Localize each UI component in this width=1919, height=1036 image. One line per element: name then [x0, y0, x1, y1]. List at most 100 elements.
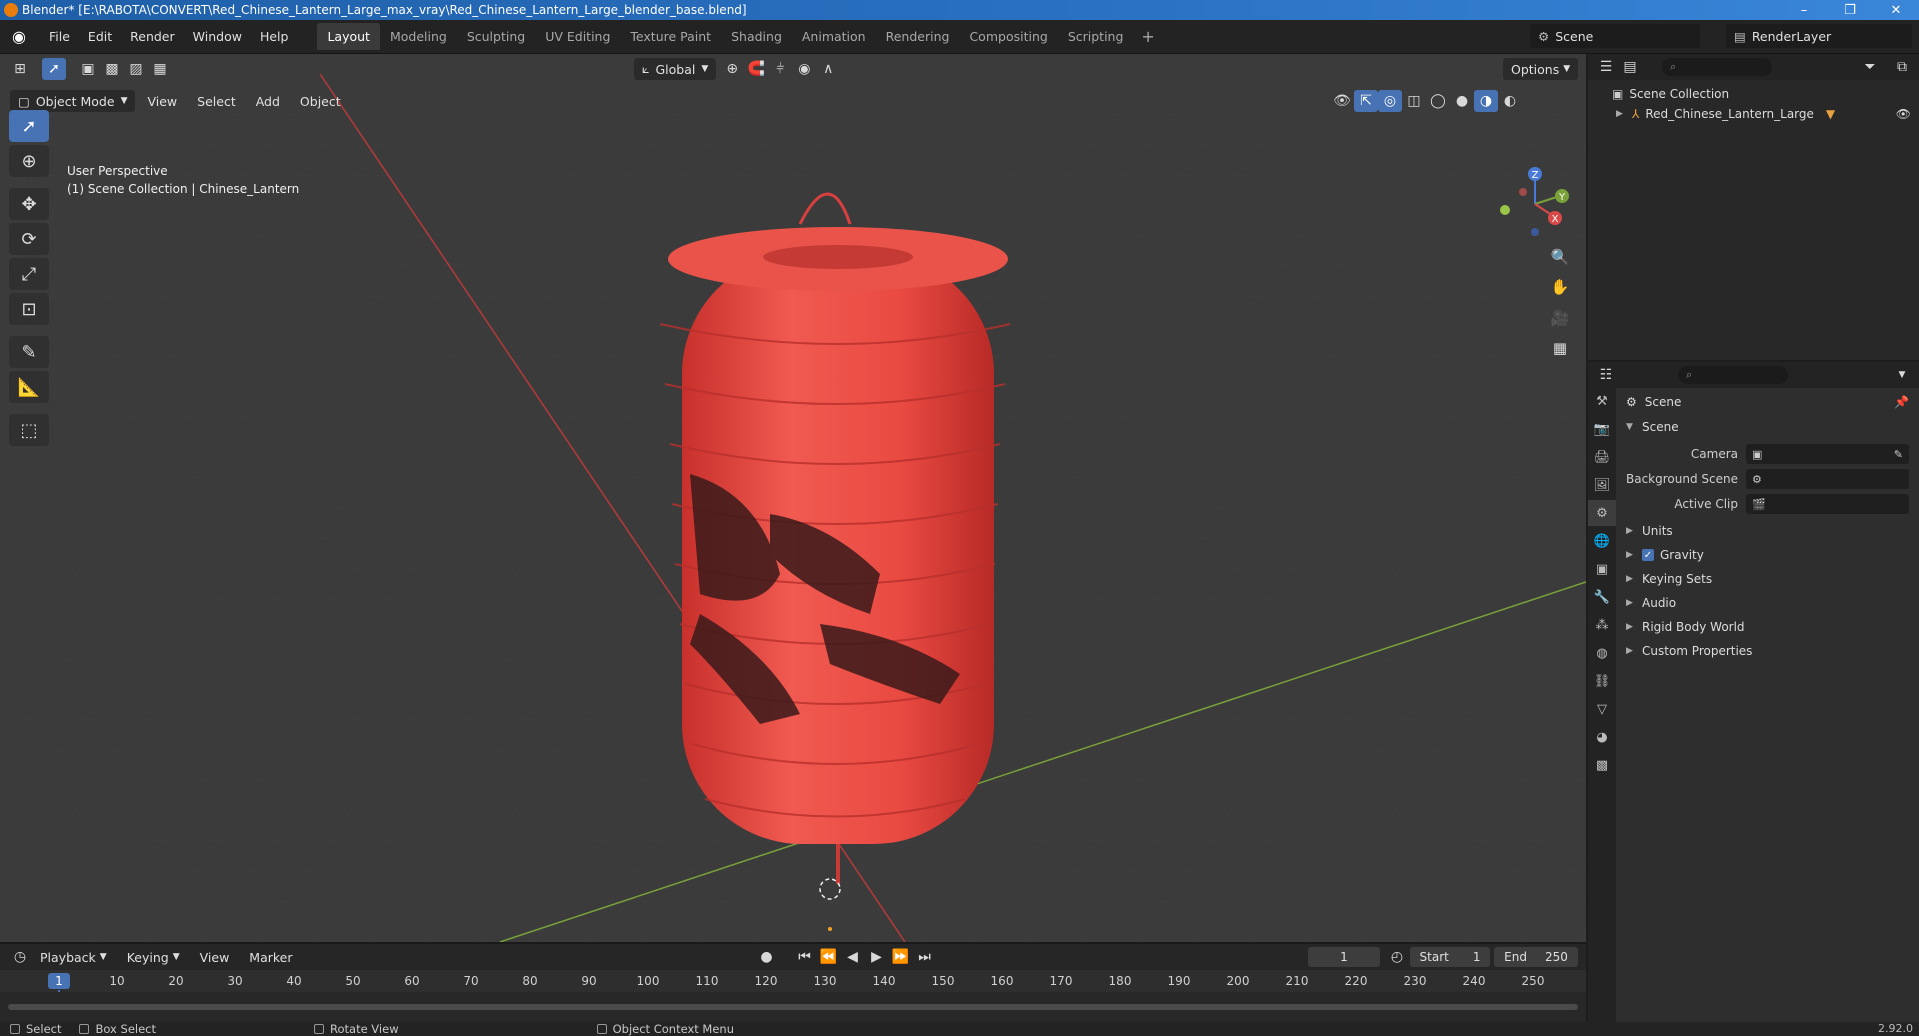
playhead-frame[interactable]: 1 — [48, 973, 70, 989]
maximize-button[interactable]: ❐ — [1827, 0, 1873, 20]
tool-tab-icon[interactable]: ⚒ — [1588, 388, 1616, 414]
select-extend-icon[interactable]: ▩ — [100, 58, 124, 80]
filter-icon[interactable]: ⏷ — [1858, 56, 1882, 78]
play-reverse-icon[interactable]: ◀ — [841, 946, 865, 968]
properties-search-input[interactable]: ⌕ — [1678, 366, 1788, 384]
editor-type-icon[interactable]: ⊞ — [8, 58, 32, 80]
jump-start-icon[interactable]: ⏮ — [793, 946, 817, 968]
select-subtract-icon[interactable]: ▨ — [124, 58, 148, 80]
object-mode-dropdown[interactable]: ▢ Object Mode ▼ — [10, 90, 136, 112]
tree-row-scene-collection[interactable]: ▣ Scene Collection — [1588, 84, 1919, 104]
current-frame-field[interactable]: 1 — [1308, 947, 1380, 967]
timeline-menu-view[interactable]: View — [192, 946, 238, 968]
tab-scripting[interactable]: Scripting — [1058, 23, 1134, 50]
navigation-gizmo[interactable]: Z Y X — [1485, 164, 1575, 244]
output-tab-icon[interactable]: 🖨 — [1588, 444, 1616, 470]
preview-range-icon[interactable]: ◴ — [1385, 946, 1409, 968]
timeline-ruler[interactable]: 1 10 20 30 40 50 60 70 80 90 100 110 120 130 140 150 16… — [0, 970, 1586, 1018]
menu-help[interactable]: Help — [251, 25, 298, 48]
render-tab-icon[interactable]: 📷 — [1588, 416, 1616, 442]
timeline-menu-keying[interactable]: Keying ▼ — [119, 946, 188, 968]
viewport-menu-object[interactable]: Object — [292, 90, 349, 112]
options-dropdown[interactable]: Options ▼ — [1503, 58, 1579, 80]
physics-tab-icon[interactable]: ◍ — [1588, 640, 1616, 666]
solid-shading-icon[interactable]: ● — [1450, 90, 1474, 112]
add-workspace-button[interactable]: + — [1133, 23, 1162, 50]
data-tab-icon[interactable]: ▽ — [1588, 696, 1616, 722]
expand-arrow-icon[interactable]: ▶ — [1616, 109, 1624, 119]
eyedropper-icon[interactable]: ✎ — [1894, 448, 1903, 461]
outliner-search-input[interactable]: ⌕ — [1662, 58, 1772, 76]
ortho-toggle-icon[interactable]: ▦ — [1547, 335, 1573, 361]
annotate-tool-icon[interactable]: ✎ — [9, 336, 49, 368]
visibility-eye-icon[interactable]: 👁 — [1896, 107, 1911, 121]
camera-field[interactable]: ▣ ✎ — [1746, 444, 1909, 464]
rotate-tool-icon[interactable]: ⟳ — [9, 223, 49, 255]
timeline-body[interactable] — [0, 992, 1586, 1024]
menu-file[interactable]: File — [40, 25, 79, 48]
pivot-point-icon[interactable]: ⊕ — [720, 58, 744, 80]
timeline-menu-playback[interactable]: Playback ▼ — [32, 946, 115, 968]
tab-layout[interactable]: Layout — [317, 23, 380, 50]
transform-orientation-dropdown[interactable]: ⟀ Global ▼ — [634, 58, 717, 80]
jump-keyframe-back-icon[interactable]: ⏪ — [817, 946, 841, 968]
viewport-menu-select[interactable]: Select — [189, 90, 244, 112]
menu-window[interactable]: Window — [184, 25, 251, 48]
select-mode-icon[interactable]: ➚ — [42, 58, 66, 80]
pin-icon[interactable]: 📌 — [1894, 395, 1909, 409]
zoom-icon[interactable]: 🔍 — [1547, 244, 1573, 270]
background-scene-field[interactable]: ⚙ — [1746, 469, 1909, 489]
jump-keyframe-forward-icon[interactable]: ⏩ — [889, 946, 913, 968]
section-keying-sets[interactable]: ▶ Keying Sets — [1616, 568, 1919, 590]
section-gravity[interactable]: ▶ ✓ Gravity — [1616, 544, 1919, 566]
viewport-menu-add[interactable]: Add — [248, 90, 288, 112]
active-clip-field[interactable]: 🎬 — [1746, 494, 1909, 514]
tab-rendering[interactable]: Rendering — [876, 23, 960, 50]
jump-end-icon[interactable]: ⏭ — [913, 946, 937, 968]
section-rigid-body-world[interactable]: ▶ Rigid Body World — [1616, 616, 1919, 638]
scene-selector[interactable]: ⚙ Scene — [1530, 24, 1700, 48]
tab-uv-editing[interactable]: UV Editing — [535, 23, 620, 50]
rendered-shading-icon[interactable]: ◐ — [1498, 90, 1522, 112]
tab-sculpting[interactable]: Sculpting — [457, 23, 535, 50]
material-shading-icon[interactable]: ◑ — [1474, 90, 1498, 112]
texture-tab-icon[interactable]: ▩ — [1588, 752, 1616, 778]
tab-animation[interactable]: Animation — [792, 23, 876, 50]
start-frame-field[interactable]: Start 1 — [1410, 947, 1490, 967]
particles-tab-icon[interactable]: ⁂ — [1588, 612, 1616, 638]
proportional-edit-icon[interactable]: ◉ — [792, 58, 816, 80]
blender-logo-icon[interactable]: ◉ — [8, 26, 30, 48]
play-icon[interactable]: ▶ — [865, 946, 889, 968]
timeline-scrollbar[interactable] — [8, 1004, 1578, 1010]
gravity-checkbox[interactable]: ✓ — [1642, 549, 1654, 561]
menu-edit[interactable]: Edit — [79, 25, 121, 48]
viewport-menu-view[interactable]: View — [139, 90, 185, 112]
close-button[interactable]: ✕ — [1873, 0, 1919, 20]
overlay-toggle-icon[interactable]: ◎ — [1378, 90, 1402, 112]
falloff-icon[interactable]: ∧ — [816, 58, 840, 80]
select-tool-icon[interactable]: ➚ — [9, 110, 49, 142]
constraints-tab-icon[interactable]: ⛓ — [1588, 668, 1616, 694]
world-tab-icon[interactable]: 🌐 — [1588, 528, 1616, 554]
3d-viewport[interactable]: ⊞ ➚ ▣ ▩ ▨ ▦ ⟀ Global ▼ ⊕ 🧲 ⫩ ◉ ∧ Options… — [0, 54, 1586, 942]
wireframe-shading-icon[interactable]: ◯ — [1426, 90, 1450, 112]
display-mode-icon[interactable]: ▤ — [1618, 56, 1642, 78]
camera-view-icon[interactable]: 🎥 — [1547, 305, 1573, 331]
outliner-editor-type-icon[interactable]: ☰ — [1594, 56, 1618, 78]
scene-section-header[interactable]: ▼ Scene — [1616, 416, 1919, 438]
timeline-editor-type-icon[interactable]: ◷ — [8, 946, 32, 968]
gizmo-toggle-icon[interactable]: ⇱ — [1354, 90, 1378, 112]
cursor-tool-icon[interactable]: ⊕ — [9, 145, 49, 177]
material-tab-icon[interactable]: ◕ — [1588, 724, 1616, 750]
scale-tool-icon[interactable]: ⤢ — [9, 258, 49, 290]
visibility-icon[interactable]: 👁 — [1330, 90, 1354, 112]
transform-tool-icon[interactable]: ⊡ — [9, 293, 49, 325]
properties-editor-type-icon[interactable]: ☷ — [1594, 364, 1618, 386]
tree-row-object[interactable]: ▶ ⅄ Red_Chinese_Lantern_Large ▼ 👁 — [1588, 104, 1919, 124]
render-layer-selector[interactable]: ▤ RenderLayer — [1726, 24, 1912, 48]
scene-tab-icon[interactable]: ⚙ — [1588, 500, 1616, 526]
section-custom-properties[interactable]: ▶ Custom Properties — [1616, 640, 1919, 662]
xray-icon[interactable]: ◫ — [1402, 90, 1426, 112]
tab-compositing[interactable]: Compositing — [959, 23, 1057, 50]
new-collection-icon[interactable]: ⧉ — [1890, 56, 1914, 78]
